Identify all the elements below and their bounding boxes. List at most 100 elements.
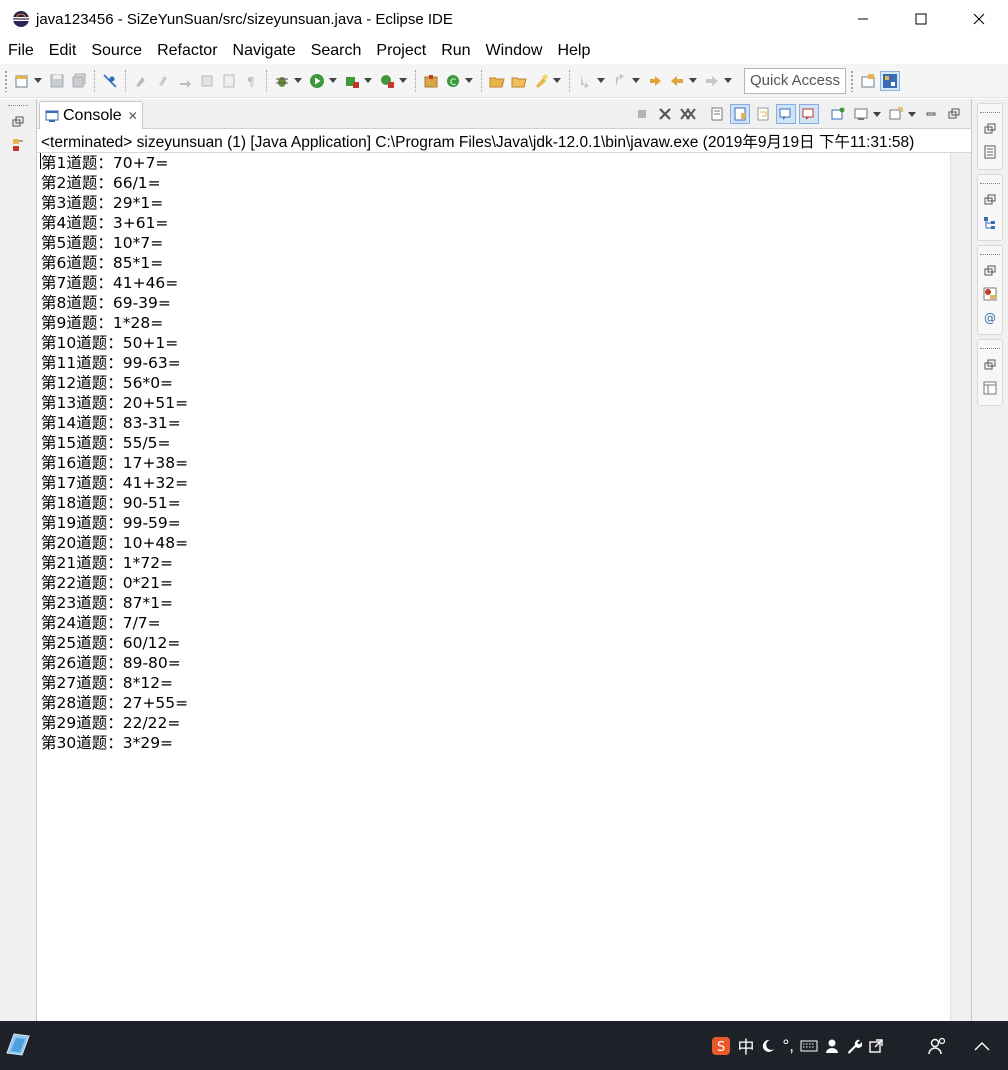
java-perspective-button[interactable]: [880, 70, 900, 91]
quick-access-input[interactable]: Quick Access: [744, 67, 846, 94]
debug-button[interactable]: [272, 71, 292, 91]
external-link-icon[interactable]: [868, 1038, 884, 1054]
menu-file[interactable]: File: [0, 42, 41, 60]
last-edit-location-button[interactable]: [645, 71, 665, 91]
previous-edit-dropdown[interactable]: [631, 71, 641, 91]
external-tools-dropdown[interactable]: [398, 71, 408, 91]
ime-chinese-mode[interactable]: 中: [737, 1033, 754, 1058]
console-line: 第5道题：10*7=: [41, 234, 164, 252]
right-trim-grip[interactable]: [980, 254, 1000, 258]
toolbar-grip[interactable]: [4, 69, 8, 92]
display-selected-console-button[interactable]: [851, 104, 871, 124]
toggle-mark-occurrences-button[interactable]: [131, 71, 151, 91]
new-class-dropdown[interactable]: [464, 71, 474, 91]
next-annotation-button[interactable]: [175, 71, 195, 91]
remove-launch-button[interactable]: [655, 104, 675, 124]
maximize-button[interactable]: [892, 0, 950, 38]
debug-dropdown[interactable]: [293, 71, 303, 91]
right-trim-grip[interactable]: [980, 183, 1000, 187]
open-console-dropdown[interactable]: [907, 104, 917, 124]
open-task-button[interactable]: [509, 71, 529, 91]
restore-right-button-2[interactable]: [980, 190, 1000, 210]
pinned-app-icon[interactable]: [4, 1030, 32, 1058]
declaration-button[interactable]: [980, 378, 1000, 398]
sogou-ime-icon[interactable]: S: [711, 1036, 731, 1056]
new-java-class-button[interactable]: C: [443, 71, 463, 91]
restore-right-button-3[interactable]: [980, 261, 1000, 281]
new-button[interactable]: [12, 71, 32, 91]
word-wrap-console-button[interactable]: [753, 104, 773, 124]
wrench-tools-icon[interactable]: [846, 1038, 862, 1054]
minimize-view-button[interactable]: [921, 104, 941, 124]
keyboard-icon[interactable]: [800, 1039, 818, 1053]
skip-breakpoints-button[interactable]: [100, 71, 120, 91]
console-output[interactable]: 第1道题：70+7= 第2道题：66/1= 第3道题：29*1= 第4道题：3+61=…: [37, 153, 952, 1021]
search-button[interactable]: [531, 71, 551, 91]
display-console-dropdown[interactable]: [872, 104, 882, 124]
previous-edit-location-button[interactable]: [610, 71, 630, 91]
toggle-block-selection-button[interactable]: [153, 71, 173, 91]
people-icon[interactable]: [927, 1036, 947, 1056]
problems-button[interactable]: [980, 284, 1000, 304]
show-whitespace-button[interactable]: ¶: [241, 71, 261, 91]
next-edit-location-button[interactable]: [575, 71, 595, 91]
terminate-button[interactable]: [632, 104, 652, 124]
open-type-button[interactable]: [487, 71, 507, 91]
close-tab-icon[interactable]: ✕: [128, 109, 138, 123]
run-button[interactable]: [307, 71, 327, 91]
menu-source[interactable]: Source: [83, 42, 149, 60]
run-dropdown[interactable]: [328, 71, 338, 91]
menu-navigate[interactable]: Navigate: [225, 42, 303, 60]
menu-refactor[interactable]: Refactor: [149, 42, 224, 60]
forward-button[interactable]: [702, 71, 722, 91]
word-wrap-button[interactable]: [219, 71, 239, 91]
remove-all-terminated-button[interactable]: [678, 104, 698, 124]
task-list-button[interactable]: [980, 142, 1000, 162]
user-account-icon[interactable]: [824, 1038, 840, 1054]
javadoc-button[interactable]: @: [980, 307, 1000, 327]
menu-edit[interactable]: Edit: [41, 42, 84, 60]
coverage-button[interactable]: [342, 71, 362, 91]
restore-right-button-4[interactable]: [980, 355, 1000, 375]
new-java-package-button[interactable]: [421, 71, 441, 91]
vertical-scrollbar[interactable]: [950, 153, 971, 1021]
show-hidden-icons-chevron-icon[interactable]: [974, 1041, 990, 1051]
menu-window[interactable]: Window: [478, 42, 550, 60]
minimize-button[interactable]: [834, 0, 892, 38]
back-dropdown[interactable]: [688, 71, 698, 91]
save-button[interactable]: [47, 71, 67, 91]
right-trim-grip[interactable]: [980, 112, 1000, 116]
save-all-button[interactable]: [69, 71, 89, 91]
coverage-dropdown[interactable]: [363, 71, 373, 91]
pin-console-button[interactable]: [828, 104, 848, 124]
outline-button[interactable]: [980, 213, 1000, 233]
open-console-button[interactable]: [886, 104, 906, 124]
show-on-error-button[interactable]: [798, 104, 819, 124]
right-trim-grip[interactable]: [980, 348, 1000, 352]
prev-annotation-button[interactable]: [197, 71, 217, 91]
open-perspective-button[interactable]: [858, 71, 878, 91]
back-button[interactable]: [667, 71, 687, 91]
menu-run[interactable]: Run: [433, 42, 477, 60]
moon-icon[interactable]: [760, 1038, 776, 1054]
menu-search[interactable]: Search: [303, 42, 369, 60]
scroll-lock-button[interactable]: [729, 104, 750, 124]
maximize-view-button[interactable]: [944, 104, 964, 124]
menu-help[interactable]: Help: [549, 42, 597, 60]
restore-right-button-1[interactable]: [980, 119, 1000, 139]
menu-project[interactable]: Project: [368, 42, 433, 60]
show-on-output-button[interactable]: [775, 104, 796, 124]
forward-dropdown[interactable]: [723, 71, 733, 91]
next-edit-dropdown[interactable]: [596, 71, 606, 91]
perspective-grip[interactable]: [850, 69, 854, 92]
close-button[interactable]: [950, 0, 1008, 38]
package-explorer-button[interactable]: [8, 135, 28, 155]
new-dropdown[interactable]: [33, 71, 43, 91]
ime-punctuation-mode[interactable]: °,: [782, 1036, 794, 1056]
left-trim-grip[interactable]: [8, 105, 28, 109]
restore-left-button[interactable]: [8, 112, 28, 132]
search-dropdown[interactable]: [552, 71, 562, 91]
external-tools-button[interactable]: [377, 71, 397, 91]
clear-console-button[interactable]: [707, 104, 727, 124]
tab-console[interactable]: Console ✕: [39, 101, 143, 129]
